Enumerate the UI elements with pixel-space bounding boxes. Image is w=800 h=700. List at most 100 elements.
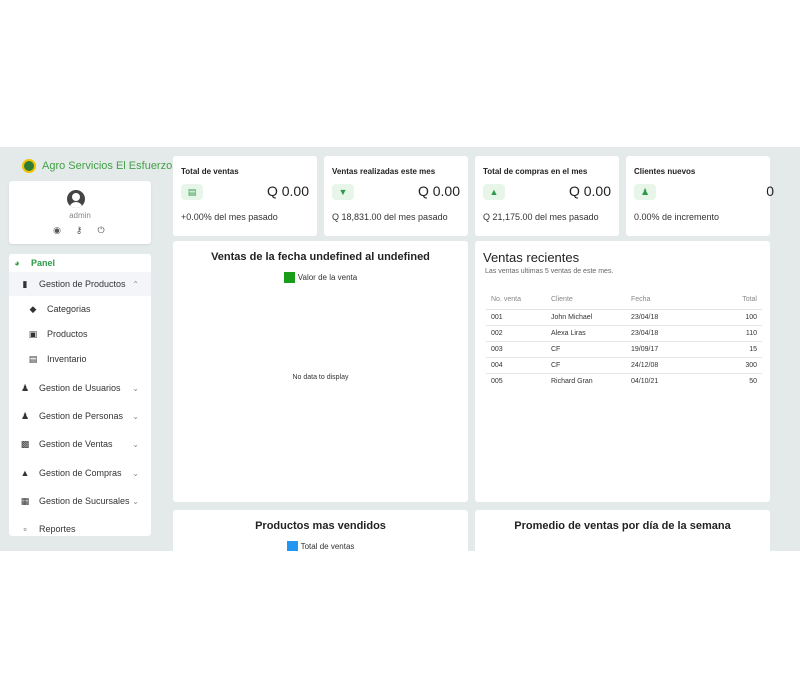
sidebar-item-gestion-compras[interactable]: ▲ Gestion de Compras ⌄ bbox=[9, 462, 151, 484]
table-cell: 50 bbox=[749, 378, 757, 385]
stat-value: Q 0.00 bbox=[417, 183, 460, 199]
stat-title: Total de compras en el mes bbox=[483, 167, 588, 176]
chevron-down-icon: ⌄ bbox=[132, 439, 139, 449]
table-row: 004 CF 24/12/08 300 bbox=[486, 357, 762, 374]
sidebar-item-label: Gestion de Sucursales bbox=[39, 496, 130, 506]
brand[interactable]: Agro Servicios El Esfuerzo bbox=[22, 159, 172, 173]
brand-name: Agro Servicios El Esfuerzo bbox=[42, 160, 173, 172]
legend-swatch bbox=[286, 541, 298, 551]
shopping-bag-icon: ▲ bbox=[20, 468, 30, 478]
user-name: admin bbox=[69, 211, 91, 220]
sidebar-item-reportes[interactable]: ▫ Reportes bbox=[9, 518, 151, 540]
avatar-icon bbox=[67, 190, 85, 208]
recent-sales-table: No. venta Cliente Fecha Total 001 John M… bbox=[486, 289, 762, 389]
table-cell: 23/04/18 bbox=[626, 325, 686, 342]
table-cell: 001 bbox=[486, 309, 546, 326]
sales-chart-card: Ventas de la fecha undefined al undefine… bbox=[173, 241, 468, 502]
legend-swatch bbox=[283, 272, 295, 283]
stat-card-clientes-nuevos: Clientes nuevos ♟ 0 0.00% de incremento bbox=[626, 156, 774, 236]
table-row: 005 Richard Gran 04/10/21 50 bbox=[486, 374, 762, 390]
chart-legend[interactable]: Valor de la venta bbox=[173, 272, 468, 283]
sidebar-item-label: Gestion de Productos bbox=[39, 279, 126, 289]
table-cell: 004 bbox=[486, 357, 546, 374]
power-icon[interactable]: ⏻ bbox=[96, 225, 106, 236]
user-plus-icon: ♟ bbox=[20, 410, 30, 421]
sidebar-item-gestion-personas[interactable]: ♟ Gestion de Personas ⌄ bbox=[9, 405, 151, 427]
top-products-card: Productos mas vendidos Total de ventas bbox=[173, 510, 468, 551]
users-cog-icon: ♟ bbox=[20, 382, 30, 393]
recent-sales-subtitle: Las ventas ultimas 5 ventas de este mes. bbox=[485, 268, 614, 275]
stat-title: Total de ventas bbox=[181, 167, 239, 176]
table-cell: John Michael bbox=[546, 309, 626, 326]
sidebar-item-label: Productos bbox=[47, 329, 88, 339]
sidebar-item-label: Gestion de Ventas bbox=[39, 439, 113, 449]
chart-empty-message: No data to display bbox=[292, 374, 349, 381]
sidebar-item-gestion-usuarios[interactable]: ♟ Gestion de Usuarios ⌄ bbox=[9, 377, 151, 399]
table-cell: 002 bbox=[486, 325, 546, 342]
sidebar-nav: ◕ Panel ▮ Gestion de Productos ⌃ ◆ Categ… bbox=[9, 254, 151, 536]
chart-legend[interactable]: Total de ventas bbox=[173, 541, 468, 551]
sidebar-item-panel[interactable]: ◕ Panel bbox=[11, 252, 153, 274]
table-cell: 100 bbox=[686, 309, 762, 326]
sidebar-item-label: Categorias bbox=[47, 304, 91, 314]
column-header: Total bbox=[686, 289, 762, 310]
sidebar-item-gestion-productos[interactable]: ▮ Gestion de Productos ⌃ bbox=[9, 272, 151, 296]
sidebar-subitem-productos[interactable]: ▣ Productos bbox=[9, 323, 151, 345]
table-cell: 24/12/08 bbox=[626, 357, 686, 374]
chevron-down-icon: ⌄ bbox=[132, 383, 139, 393]
pie-chart-icon: ◕ bbox=[14, 258, 20, 268]
table-cell: 300 bbox=[686, 357, 762, 374]
table-cell: Alexa Liras bbox=[546, 325, 626, 342]
stat-card-total-ventas: Total de ventas ▤ Q 0.00 +0.00% del mes … bbox=[173, 156, 317, 236]
stat-subtext: 0.00% de incremento bbox=[634, 212, 720, 222]
table-row: 002 Alexa Liras 23/04/18 110 bbox=[486, 325, 762, 342]
stat-title: Ventas realizadas este mes bbox=[332, 167, 436, 176]
table-cell: CF bbox=[546, 357, 626, 374]
recent-sales-card: Ventas recientes Las ventas ultimas 5 ve… bbox=[475, 241, 770, 502]
users-icon: ♟ bbox=[634, 184, 656, 200]
sidebar-item-label: Reportes bbox=[39, 524, 76, 534]
stat-card-ventas-mes: Ventas realizadas este mes ▼ Q 0.00 Q 18… bbox=[324, 156, 468, 236]
table-row: 001 John Michael 23/04/18 100 bbox=[486, 309, 762, 326]
money-icon: ▤ bbox=[181, 184, 203, 200]
store-icon: ▦ bbox=[20, 495, 30, 506]
sidebar-item-label: Gestion de Personas bbox=[39, 411, 124, 421]
column-header: Cliente bbox=[546, 289, 626, 310]
stat-subtext: Q 18,831.00 del mes pasado bbox=[332, 212, 448, 222]
stat-subtext: +0.00% del mes pasado bbox=[181, 212, 278, 222]
stat-title: Clientes nuevos bbox=[634, 167, 696, 176]
sidebar-item-gestion-ventas[interactable]: ▩ Gestion de Ventas ⌄ bbox=[9, 433, 151, 455]
stat-value: 0 bbox=[766, 183, 774, 199]
user-circle-icon[interactable]: ◉ bbox=[52, 225, 62, 236]
weekday-average-card: Promedio de ventas por día de la semana bbox=[475, 510, 770, 551]
cart-icon: ▼ bbox=[332, 184, 354, 200]
stat-value: Q 0.00 bbox=[266, 183, 309, 199]
brand-logo-icon bbox=[22, 159, 36, 173]
cube-icon: ▣ bbox=[28, 328, 38, 339]
sidebar-item-label: Inventario bbox=[47, 354, 87, 364]
cash-register-icon: ▩ bbox=[20, 438, 30, 449]
tag-icon: ◆ bbox=[29, 303, 37, 314]
stat-value: Q 0.00 bbox=[568, 183, 611, 199]
chevron-down-icon: ⌄ bbox=[132, 468, 139, 478]
stat-card-compras-mes: Total de compras en el mes ▲ Q 0.00 Q 21… bbox=[475, 156, 619, 236]
app-shell: Agro Servicios El Esfuerzo admin ◉ ⚷ ⏻ ◕… bbox=[0, 147, 800, 551]
table-row: 003 CF 19/09/17 15 bbox=[486, 341, 762, 358]
sidebar-item-gestion-sucursales[interactable]: ▦ Gestion de Sucursales ⌄ bbox=[9, 490, 151, 512]
table-cell: CF bbox=[546, 341, 626, 358]
sidebar-subitem-categorias[interactable]: ◆ Categorias bbox=[9, 298, 151, 320]
archive-icon: ▤ bbox=[28, 353, 38, 364]
report-icon: ▫ bbox=[23, 524, 27, 534]
sidebar-item-label: Gestion de Compras bbox=[39, 468, 122, 478]
chevron-down-icon: ⌄ bbox=[132, 411, 139, 421]
chart-title: Ventas de la fecha undefined al undefine… bbox=[211, 251, 430, 263]
recent-sales-title: Ventas recientes bbox=[483, 250, 580, 265]
chart-title: Promedio de ventas por día de la semana bbox=[514, 520, 731, 532]
key-icon[interactable]: ⚷ bbox=[74, 225, 84, 236]
user-actions: ◉ ⚷ ⏻ bbox=[52, 225, 106, 236]
sidebar-subitem-inventario[interactable]: ▤ Inventario bbox=[9, 348, 151, 370]
chevron-up-icon: ⌃ bbox=[132, 279, 139, 289]
table-cell: 23/04/18 bbox=[626, 309, 686, 326]
table-cell: 005 bbox=[491, 378, 503, 385]
table-cell: 04/10/21 bbox=[631, 378, 659, 385]
